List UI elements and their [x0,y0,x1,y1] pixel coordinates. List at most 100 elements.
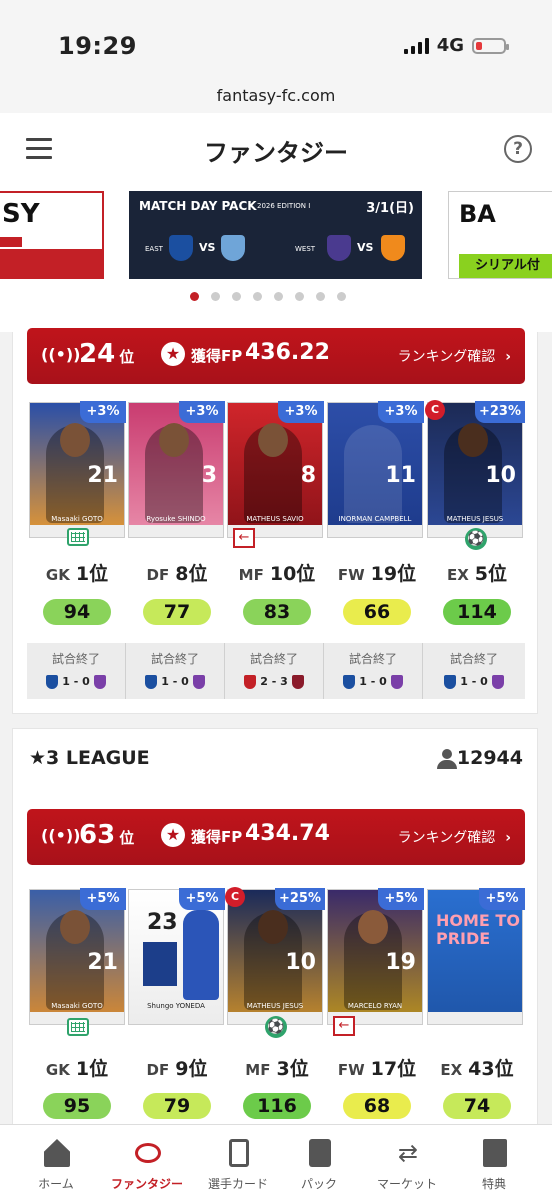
battery-icon [472,37,509,54]
banner-match-day-pack[interactable]: MATCH DAY PACK 2026 EDITION I 3/1(日) EAS… [129,191,422,279]
league-rank: 63 位 [79,820,135,850]
carousel-dot[interactable] [274,292,283,301]
banner-date: 3/1(日) [366,201,414,216]
match-result[interactable]: 試合終了 1 - 0 [423,643,525,699]
position-rank: MF 10位 [238,563,316,585]
player-name: Shungo YONEDA [147,1002,205,1010]
exchange-icon: ⇄ [397,1139,419,1167]
player-name: MATHEUS JESUS [246,1002,304,1010]
player-name: MATHEUS SAVIO [246,515,304,523]
league-rank-bar[interactable]: ((•)) 24 位 ★ 獲得FP 436.22 ランキング確認 › [27,328,525,384]
player-number: 21 [87,463,118,488]
league-rank: 24 位 [79,339,135,369]
carousel-dot[interactable] [253,292,262,301]
nav-rewards[interactable]: 特典 [439,1125,549,1201]
banner-west-label: WEST [295,245,316,253]
fp-label: 獲得FP [191,828,243,846]
banner-carousel[interactable]: SY MATCH DAY PACK 2026 EDITION I 3/1(日) … [0,185,552,332]
score-pill: 94 [43,599,111,625]
goalkeeper-icon [67,528,89,546]
team-crest-icon [381,235,405,261]
score-pill: 68 [343,1093,411,1119]
gift-icon [483,1139,507,1167]
team-crest-icon [327,235,351,261]
player-name: Masaaki GOTO [51,515,103,523]
carousel-dot[interactable] [211,292,220,301]
player-name: Masaaki GOTO [51,1002,103,1010]
match-result[interactable]: 試合終了 1 - 0 [324,643,423,699]
chevron-right-icon: › [505,349,511,365]
carousel-dot[interactable] [295,292,304,301]
fp-value: 434.74 [245,821,330,846]
fp-star-icon: ★ [161,342,185,366]
carousel-dots [190,292,346,301]
bonus-badge: +5% [479,888,525,910]
position-rank: GK 1位 [45,563,109,585]
score-pill: 114 [443,599,511,625]
live-icon: ((•)) [41,345,81,364]
card-slogan: HOME TO PRIDE [436,911,520,948]
bonus-badge: +5% [80,888,126,910]
url-bar[interactable]: fantasy-fc.com [0,86,552,105]
app-header: ファンタジー ? [0,113,552,185]
carousel-dot[interactable] [232,292,241,301]
position-scores: 94 77 83 66 114 [27,599,525,627]
match-result[interactable]: 試合終了 1 - 0 [27,643,126,699]
position-rank: GK 1位 [45,1058,109,1080]
match-result[interactable]: 試合終了 1 - 0 [126,643,225,699]
status-time: 19:29 [58,32,137,60]
help-icon[interactable]: ? [504,135,532,163]
player-number: 8 [300,463,316,488]
league-rank-bar[interactable]: ((•)) 63 位 ★ 獲得FP 434.74 ランキング確認 › [27,809,525,865]
score-pill: 95 [43,1093,111,1119]
captain-badge: C [425,400,445,420]
match-result[interactable]: 試合終了 2 - 3 [225,643,324,699]
banner-prev[interactable]: SY [0,191,104,279]
carousel-dot[interactable] [190,292,199,301]
banner-next-sub: シリアル付 [459,254,552,278]
pack-icon [309,1139,331,1167]
player-number: 23 [147,910,178,935]
bonus-badge: +3% [179,401,225,423]
position-rank: EX 43位 [440,1058,514,1080]
banner-next-text: BA [459,200,496,228]
player-number: 21 [87,950,118,975]
bonus-badge: +3% [378,401,424,423]
position-ranks: GK 1位 DF 9位 MF 3位 FW 17位 EX 43位 [27,1054,525,1080]
score-pill: 83 [243,599,311,625]
score-pill: 116 [243,1093,311,1119]
player-lineup: 21 Masaaki GOTO 3 Ryosuke SHINDO 8 MATHE… [27,400,525,550]
banner-edition: 2026 EDITION I [257,202,311,210]
fp-label: 獲得FP [191,347,243,365]
score-pill: 74 [443,1093,511,1119]
bonus-badge: +5% [179,888,225,910]
carousel-dot[interactable] [316,292,325,301]
position-scores: 95 79 116 68 74 [27,1093,525,1121]
player-name: Ryosuke SHINDO [146,515,206,523]
signal-icon [403,37,429,54]
player-number: 10 [285,950,316,975]
live-icon: ((•)) [41,826,81,845]
score-pill: 77 [143,599,211,625]
bonus-badge: +25% [275,888,325,910]
user-icon [437,749,457,769]
team-crest-icon [169,235,193,261]
fp-value: 436.22 [245,340,330,365]
player-lineup: 21 Masaaki GOTO 23 Shungo YONEDA 10 MATH… [27,887,525,1038]
chevron-right-icon: › [505,830,511,846]
substitution-icon: ← [333,1016,355,1036]
captain-badge: C [225,887,245,907]
position-rank: FW 19位 [337,563,417,585]
stadium-icon [135,1143,161,1163]
banner-next[interactable]: BA シリアル付 [448,191,552,279]
ranking-link[interactable]: ランキング確認 › [398,346,511,366]
bottom-navigation: ホーム ファンタジー 選手カード パック ⇄ マーケット 特典 [0,1124,552,1201]
bonus-badge: +3% [80,401,126,423]
ranking-link[interactable]: ランキング確認 › [398,827,511,847]
bonus-badge: +5% [378,888,424,910]
cards-icon [229,1139,249,1167]
position-rank: DF 9位 [146,1058,208,1080]
team-crest-icon [221,235,245,261]
carousel-dot[interactable] [337,292,346,301]
soccer-ball-icon: ⚽ [465,528,487,550]
